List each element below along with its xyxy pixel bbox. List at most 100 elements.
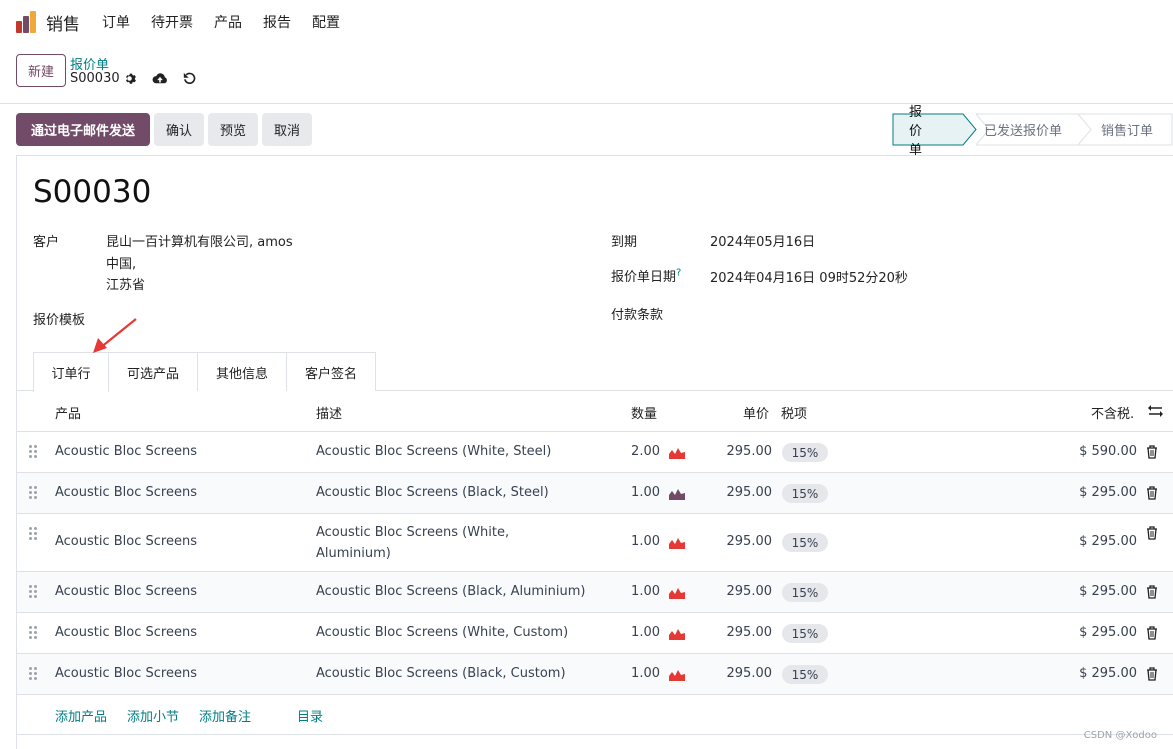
discard-undo-icon[interactable] <box>181 70 197 86</box>
catalog-link[interactable]: 目录 <box>297 706 323 725</box>
line-quantity[interactable]: 1.00 <box>617 485 660 500</box>
line-product[interactable]: Acoustic Bloc Screens <box>55 534 197 549</box>
preview-button[interactable]: 预览 <box>208 113 258 146</box>
delete-line-icon[interactable] <box>1146 667 1158 681</box>
sales-app-logo-icon[interactable] <box>16 11 38 33</box>
forecast-chart-icon[interactable] <box>669 587 685 599</box>
line-subtotal: $ 295.00 <box>1079 666 1137 681</box>
help-tooltip-icon[interactable]: ? <box>676 268 681 279</box>
delete-line-icon[interactable] <box>1146 526 1158 540</box>
menu-orders[interactable]: 订单 <box>102 12 130 32</box>
add-product-link[interactable]: 添加产品 <box>55 706 107 725</box>
delete-line-icon[interactable] <box>1146 486 1158 500</box>
table-row[interactable]: Acoustic Bloc Screens Acoustic Bloc Scre… <box>17 514 1173 572</box>
col-description[interactable]: 描述 <box>316 403 342 422</box>
line-quantity[interactable]: 1.00 <box>617 534 660 549</box>
quote-date-field[interactable]: 2024年04月16日 09时52分20秒 <box>710 267 908 286</box>
line-unit-price[interactable]: 295.00 <box>717 534 773 549</box>
tax-badge[interactable]: 15% <box>782 624 828 643</box>
line-description[interactable]: Acoustic Bloc Screens (White, Aluminium) <box>316 522 509 564</box>
col-subtotal[interactable]: 不含税. <box>1091 403 1134 422</box>
line-unit-price[interactable]: 295.00 <box>717 625 773 640</box>
tax-badge[interactable]: 15% <box>782 484 828 503</box>
confirm-button[interactable]: 确认 <box>154 113 204 146</box>
optional-columns-toggle-icon[interactable] <box>1148 404 1163 422</box>
record-title: S00030 <box>33 174 152 210</box>
drag-handle-icon[interactable] <box>29 486 37 499</box>
delete-line-icon[interactable] <box>1146 626 1158 640</box>
line-description[interactable]: Acoustic Bloc Screens (Black, Steel) <box>316 485 549 500</box>
tax-badge[interactable]: 15% <box>782 443 828 462</box>
line-subtotal: $ 590.00 <box>1079 444 1137 459</box>
gear-icon[interactable] <box>121 70 137 86</box>
tab-customer-signature[interactable]: 客户签名 <box>286 352 376 391</box>
tab-other-info[interactable]: 其他信息 <box>197 352 287 391</box>
cancel-button[interactable]: 取消 <box>262 113 312 146</box>
drag-handle-icon[interactable] <box>29 667 37 680</box>
drag-handle-icon[interactable] <box>29 445 37 458</box>
line-product[interactable]: Acoustic Bloc Screens <box>55 625 197 640</box>
forecast-chart-icon[interactable] <box>669 669 685 681</box>
new-button[interactable]: 新建 <box>16 54 66 87</box>
table-row[interactable]: Acoustic Bloc Screens Acoustic Bloc Scre… <box>17 572 1173 613</box>
expiry-field[interactable]: 2024年05月16日 <box>710 231 815 250</box>
tax-badge[interactable]: 15% <box>782 583 828 602</box>
tax-badge[interactable]: 15% <box>782 533 828 552</box>
line-description[interactable]: Acoustic Bloc Screens (Black, Aluminium) <box>316 584 585 599</box>
table-row[interactable]: Acoustic Bloc Screens Acoustic Bloc Scre… <box>17 613 1173 654</box>
col-taxes[interactable]: 税项 <box>781 403 807 422</box>
quote-date-label: 报价单日期? <box>611 266 681 285</box>
send-email-button[interactable]: 通过电子邮件发送 <box>16 113 150 146</box>
line-description[interactable]: Acoustic Bloc Screens (White, Custom) <box>316 625 568 640</box>
line-quantity[interactable]: 2.00 <box>617 444 660 459</box>
table-row[interactable]: Acoustic Bloc Screens Acoustic Bloc Scre… <box>17 432 1173 473</box>
line-quantity[interactable]: 1.00 <box>617 625 660 640</box>
stage-quotation-sent[interactable]: 已发送报价单 <box>984 113 1072 146</box>
stage-quotation[interactable]: 报价单 <box>909 105 922 158</box>
cloud-upload-icon[interactable] <box>152 70 168 86</box>
menu-to-invoice[interactable]: 待开票 <box>151 12 193 32</box>
line-unit-price[interactable]: 295.00 <box>717 444 773 459</box>
table-row[interactable]: Acoustic Bloc Screens Acoustic Bloc Scre… <box>17 654 1173 695</box>
tax-badge[interactable]: 15% <box>782 665 828 684</box>
col-quantity[interactable]: 数量 <box>631 403 657 422</box>
drag-handle-icon[interactable] <box>29 527 37 540</box>
top-navbar: 销售 订单 待开票 产品 报告 配置 <box>0 0 1173 44</box>
menu-reporting[interactable]: 报告 <box>263 12 291 32</box>
stage-sales-order[interactable]: 销售订单 <box>1101 113 1171 146</box>
add-note-link[interactable]: 添加备注 <box>199 706 251 725</box>
customer-field[interactable]: 昆山一百计算机有限公司, amos <box>106 231 293 250</box>
line-description[interactable]: Acoustic Bloc Screens (White, Steel) <box>316 444 551 459</box>
forecast-chart-icon[interactable] <box>669 488 685 500</box>
order-lines-header: 产品 描述 数量 单价 税项 不含税. <box>17 391 1173 432</box>
line-unit-price[interactable]: 295.00 <box>717 485 773 500</box>
line-product[interactable]: Acoustic Bloc Screens <box>55 584 197 599</box>
line-product[interactable]: Acoustic Bloc Screens <box>55 666 197 681</box>
col-product[interactable]: 产品 <box>55 403 81 422</box>
col-unit-price[interactable]: 单价 <box>743 403 769 422</box>
line-product[interactable]: Acoustic Bloc Screens <box>55 485 197 500</box>
forecast-chart-icon[interactable] <box>669 537 685 549</box>
tab-order-lines[interactable]: 订单行 <box>33 352 109 392</box>
line-product[interactable]: Acoustic Bloc Screens <box>55 444 197 459</box>
line-description[interactable]: Acoustic Bloc Screens (Black, Custom) <box>316 666 566 681</box>
drag-handle-icon[interactable] <box>29 585 37 598</box>
expiry-label: 到期 <box>611 235 638 250</box>
line-subtotal: $ 295.00 <box>1079 625 1137 640</box>
menu-products[interactable]: 产品 <box>214 12 242 32</box>
add-section-link[interactable]: 添加小节 <box>127 706 179 725</box>
line-unit-price[interactable]: 295.00 <box>717 584 773 599</box>
forecast-chart-icon[interactable] <box>669 447 685 459</box>
table-row[interactable]: Acoustic Bloc Screens Acoustic Bloc Scre… <box>17 473 1173 514</box>
line-quantity[interactable]: 1.00 <box>617 666 660 681</box>
line-quantity[interactable]: 1.00 <box>617 584 660 599</box>
line-unit-price[interactable]: 295.00 <box>717 666 773 681</box>
menu-configuration[interactable]: 配置 <box>312 12 340 32</box>
customer-country: 中国, <box>106 257 137 272</box>
delete-line-icon[interactable] <box>1146 585 1158 599</box>
app-name[interactable]: 销售 <box>46 10 80 35</box>
drag-handle-icon[interactable] <box>29 626 37 639</box>
forecast-chart-icon[interactable] <box>669 628 685 640</box>
delete-line-icon[interactable] <box>1146 445 1158 459</box>
watermark: CSDN @Xodoo <box>1083 730 1157 741</box>
